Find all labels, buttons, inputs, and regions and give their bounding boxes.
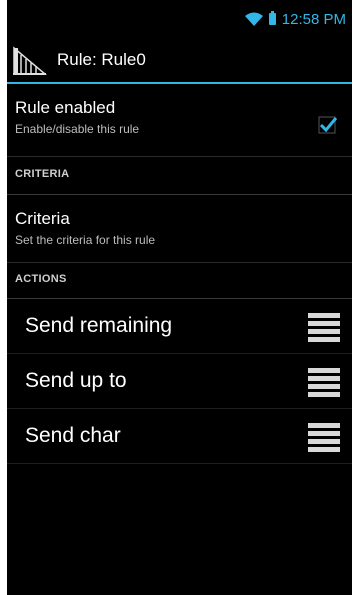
battery-icon (268, 11, 276, 25)
criteria-summary: Set the criteria for this rule (15, 233, 156, 247)
rule-enabled-checkbox[interactable] (318, 114, 338, 134)
action-item-label: Send char (25, 424, 121, 447)
action-item-label: Send remaining (25, 314, 173, 337)
status-bar: 12:58 PM (7, 0, 352, 38)
status-time: 12:58 PM (281, 10, 346, 28)
action-item-send-up-to[interactable]: Send up to (7, 354, 352, 409)
drag-handle-icon[interactable] (308, 368, 340, 397)
drag-handle-icon[interactable] (308, 423, 340, 452)
wifi-icon (244, 12, 263, 26)
rule-enabled-title: Rule enabled (15, 98, 116, 117)
actions-section-header: ACTIONS (7, 263, 352, 299)
drag-handle-icon[interactable] (308, 313, 340, 342)
rule-enabled-preference[interactable]: Rule enabled Enable/disable this rule (7, 84, 352, 157)
criteria-title: Criteria (15, 209, 70, 228)
action-bar: Rule: Rule0 (7, 38, 352, 84)
page-title: Rule: Rule0 (57, 50, 146, 69)
action-item-send-char[interactable]: Send char (7, 409, 352, 464)
device-screen: 12:58 PM Rule: Rule0 Rule enabled Enable… (7, 0, 352, 595)
action-item-send-remaining[interactable]: Send remaining (7, 299, 352, 354)
rule-enabled-summary: Enable/disable this rule (15, 122, 140, 136)
criteria-preference[interactable]: Criteria Set the criteria for this rule (7, 195, 352, 263)
criteria-section-header: CRITERIA (7, 157, 352, 195)
app-icon[interactable] (13, 45, 47, 75)
action-item-label: Send up to (25, 369, 127, 392)
